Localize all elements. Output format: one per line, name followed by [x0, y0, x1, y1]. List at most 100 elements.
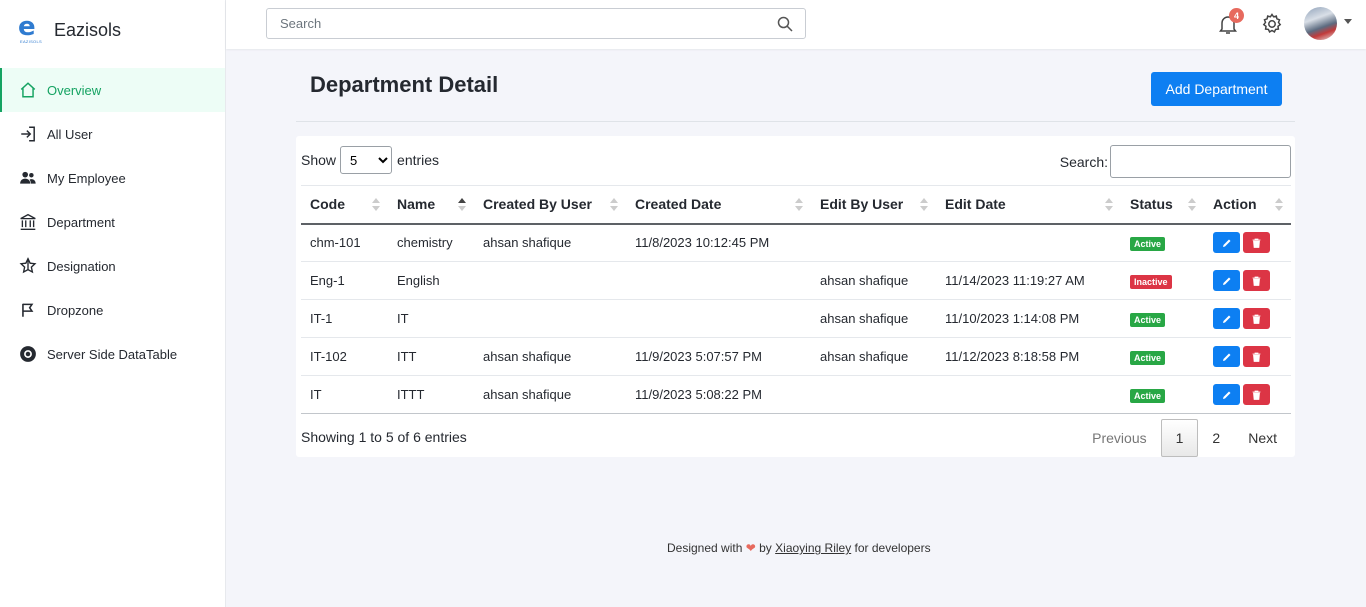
sort-icon	[1275, 198, 1283, 212]
cell-action	[1204, 375, 1291, 414]
heart-icon: ❤	[745, 541, 756, 555]
edit-button[interactable]	[1213, 270, 1240, 291]
cell-action	[1204, 299, 1291, 338]
trash-icon	[1252, 314, 1261, 324]
sidebar-item-label: My Employee	[47, 170, 126, 186]
pagination-page-1[interactable]: 1	[1160, 419, 1199, 457]
department-table-card: Show 5 entries Search: Code Name Created…	[296, 136, 1295, 457]
people-icon	[18, 168, 38, 188]
table-row: Eng-1 English ahsan shafique 11/14/2023 …	[301, 261, 1291, 300]
status-badge: Active	[1130, 236, 1166, 251]
cell-created-date	[626, 261, 811, 300]
cell-edit-by: ahsan shafique	[811, 299, 936, 338]
gear-icon[interactable]	[1260, 12, 1284, 36]
brand[interactable]: e EAZISOLS Eazisols	[17, 12, 121, 48]
column-header-edit-date[interactable]: Edit Date	[936, 185, 1121, 225]
edit-button[interactable]	[1213, 232, 1240, 254]
pencil-icon	[1222, 277, 1230, 285]
status-badge: Active	[1130, 312, 1166, 327]
cell-edit-by	[811, 223, 936, 262]
status-badge: Active	[1130, 350, 1166, 365]
login-icon	[18, 124, 38, 144]
footer-author-link[interactable]: Xiaoying Riley	[775, 541, 851, 555]
edit-button[interactable]	[1213, 384, 1240, 405]
table-row: chm-101 chemistry ahsan shafique 11/8/20…	[301, 223, 1291, 262]
avatar[interactable]	[1304, 7, 1337, 40]
sort-icon	[1105, 198, 1113, 212]
column-header-created-date[interactable]: Created Date	[626, 185, 811, 225]
cell-action	[1204, 261, 1291, 300]
pencil-icon	[1222, 391, 1230, 399]
cell-name: chemistry	[388, 223, 474, 262]
status-badge: Inactive	[1130, 274, 1172, 289]
sidebar-item-server-side-datatable[interactable]: Server Side DataTable	[0, 332, 225, 376]
pagination-page-2[interactable]: 2	[1198, 419, 1234, 457]
column-header-code[interactable]: Code	[301, 185, 388, 225]
table-row: IT ITTT ahsan shafique 11/9/2023 5:08:22…	[301, 375, 1291, 414]
home-icon	[18, 80, 38, 100]
table-info: Showing 1 to 5 of 6 entries	[301, 429, 467, 445]
sidebar-item-department[interactable]: Department	[0, 200, 225, 244]
cell-edit-by: ahsan shafique	[811, 261, 936, 300]
sidebar-item-overview[interactable]: Overview	[0, 68, 225, 112]
brand-name: Eazisols	[54, 19, 122, 40]
sort-icon	[795, 198, 803, 212]
sidebar: e EAZISOLS Eazisols Overview All User My…	[0, 0, 226, 607]
brand-logo: e EAZISOLS	[17, 13, 47, 47]
cell-code: IT	[301, 375, 388, 414]
delete-button[interactable]	[1243, 346, 1270, 367]
sidebar-item-my-employee[interactable]: My Employee	[0, 156, 225, 200]
table-search-label: Search:	[1059, 153, 1108, 170]
cell-created-by: ahsan shafique	[474, 375, 626, 414]
footer-suffix: for developers	[854, 541, 931, 555]
pencil-icon	[1222, 239, 1230, 247]
divider	[296, 121, 1295, 122]
chevron-down-icon[interactable]	[1344, 19, 1352, 24]
pagination-next[interactable]: Next	[1234, 419, 1291, 457]
column-header-created-by[interactable]: Created By User	[474, 185, 626, 225]
entries-length-control: Show 5 entries	[301, 146, 439, 174]
cell-edit-date: 11/14/2023 11:19:27 AM	[936, 261, 1121, 300]
pagination: Previous 1 2 Next	[1078, 419, 1291, 457]
delete-button[interactable]	[1243, 232, 1270, 254]
sidebar-item-designation[interactable]: Designation	[0, 244, 225, 288]
cell-created-date: 11/9/2023 5:07:57 PM	[626, 337, 811, 376]
department-table: Code Name Created By User Created Date E…	[301, 185, 1291, 414]
pagination-previous[interactable]: Previous	[1078, 419, 1160, 457]
edit-button[interactable]	[1213, 346, 1240, 367]
table-row: IT-1 IT ahsan shafique 11/10/2023 1:14:0…	[301, 299, 1291, 338]
cell-edit-date	[936, 375, 1121, 414]
page-title: Department Detail	[310, 72, 499, 97]
delete-button[interactable]	[1243, 384, 1270, 405]
column-header-edit-by[interactable]: Edit By User	[811, 185, 936, 225]
edit-button[interactable]	[1213, 308, 1240, 329]
flag-icon	[18, 300, 38, 320]
cell-name: ITT	[388, 337, 474, 376]
delete-button[interactable]	[1243, 270, 1270, 291]
cell-action	[1204, 223, 1291, 262]
sidebar-item-label: Department	[47, 214, 115, 230]
sidebar-item-label: Server Side DataTable	[47, 346, 178, 362]
cell-edit-by	[811, 375, 936, 414]
cell-status: Inactive	[1121, 261, 1204, 300]
table-search-input[interactable]	[1110, 145, 1291, 178]
entries-select[interactable]: 5	[340, 146, 393, 174]
cell-code: chm-101	[301, 223, 388, 262]
delete-button[interactable]	[1243, 308, 1270, 329]
cell-code: IT-1	[301, 299, 388, 338]
record-icon	[18, 344, 38, 364]
sidebar-item-all-user[interactable]: All User	[0, 112, 225, 156]
search-input[interactable]	[267, 9, 757, 38]
cell-created-by	[474, 261, 626, 300]
pencil-icon	[1222, 315, 1230, 323]
column-header-name[interactable]: Name	[388, 185, 474, 225]
sort-icon	[920, 198, 928, 212]
column-header-status[interactable]: Status	[1121, 185, 1204, 225]
trash-icon	[1252, 276, 1261, 286]
column-header-action[interactable]: Action	[1204, 185, 1291, 225]
search-icon[interactable]	[777, 16, 793, 35]
trash-icon	[1252, 390, 1261, 400]
cell-created-by: ahsan shafique	[474, 223, 626, 262]
add-department-button[interactable]: Add Department	[1151, 72, 1282, 106]
sidebar-item-dropzone[interactable]: Dropzone	[0, 288, 225, 332]
